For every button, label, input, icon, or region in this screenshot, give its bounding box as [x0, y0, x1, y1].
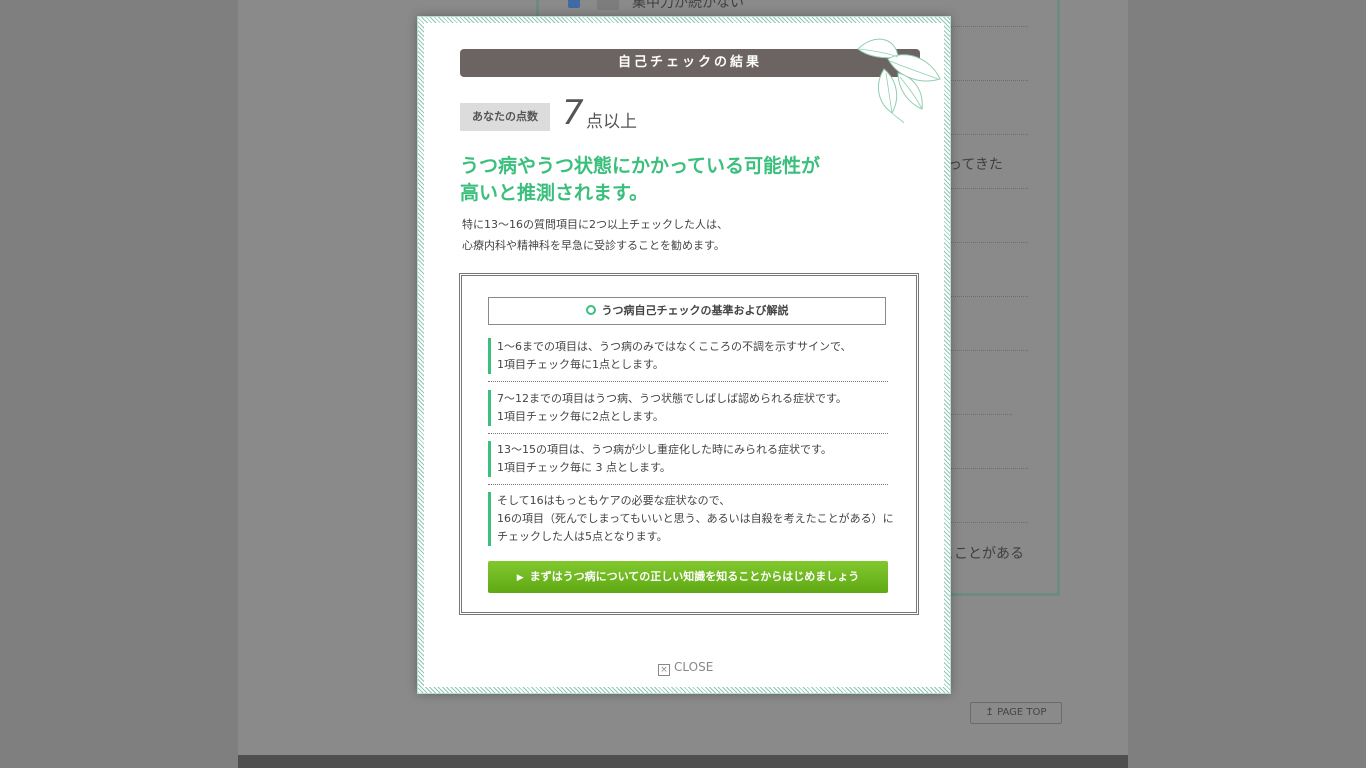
criteria-item-line: そして16はもっともケアの必要な症状なので、 [497, 494, 731, 507]
leaf-decoration-icon [857, 38, 941, 124]
criteria-item-text: 7〜12までの項目はうつ病、うつ状態でしばしば認められる症状です。 1項目チェッ… [488, 390, 888, 426]
criteria-box: うつ病自己チェックの基準および解説 1〜6までの項目は、うつ病のみではなくこころ… [459, 273, 919, 615]
result-modal: 自己チェックの結果 あなたの点数 7 点以上 うつ病やうつ状態にかかっている可能… [417, 16, 951, 694]
result-description: 特に13〜16の質問項目に2つ以上チェックした人は、 [462, 218, 728, 231]
criteria-item-line: 1項目チェック毎に 3 点とします。 [497, 461, 671, 474]
circle-bullet-icon [585, 305, 596, 315]
learn-more-button[interactable]: ▶ まずはうつ病についての正しい知識を知ることからはじめましょう [488, 561, 888, 593]
score-value: 7 [562, 93, 584, 133]
play-arrow-icon: ▶ [516, 573, 524, 583]
background-number-badge [597, 0, 619, 10]
criteria-title-text: うつ病自己チェックの基準および解説 [601, 304, 789, 317]
criteria-item: 13〜15の項目は、うつ病が少し重症化した時にみられる症状です。 1項目チェック… [488, 441, 888, 485]
background-question-text: 集中力が続かない [632, 0, 744, 11]
close-label: CLOSE [674, 660, 714, 674]
arrow-up-icon: ↥ [985, 707, 994, 718]
criteria-item: 7〜12までの項目はうつ病、うつ状態でしばしば認められる症状です。 1項目チェッ… [488, 390, 888, 434]
headline-line: 高いと推測されます。 [460, 182, 649, 204]
close-button[interactable]: × CLOSE [658, 659, 714, 676]
criteria-item-text: 13〜15の項目は、うつ病が少し重症化した時にみられる症状です。 1項目チェック… [488, 441, 888, 477]
criteria-item-text: 1〜6までの項目は、うつ病のみではなくこころの不調を示すサインで、 1項目チェッ… [488, 338, 888, 374]
criteria-item-text: そして16はもっともケアの必要な症状なので、 16の項目（死んでしまってもいいと… [488, 492, 894, 546]
criteria-item-line: 16の項目（死んでしまってもいいと思う、あるいは自殺を考えたことがある）に [497, 512, 894, 525]
background-footer [238, 755, 1128, 768]
page-top-label: PAGE TOP [997, 707, 1047, 718]
background-partial-text: とことがある [940, 546, 1024, 562]
criteria-item-line: 1項目チェック毎に1点とします。 [497, 358, 664, 371]
criteria-item: そして16はもっともケアの必要な症状なので、 16の項目（死んでしまってもいいと… [488, 492, 894, 553]
page-top-button[interactable]: ↥ PAGE TOP [970, 702, 1062, 724]
score-label: あなたの点数 [460, 103, 550, 131]
score-unit: 点以上 [586, 112, 637, 132]
result-headline: うつ病やうつ状態にかかっている可能性が 高いと推測されます。 [460, 153, 890, 207]
close-icon: × [658, 664, 670, 676]
headline-line: うつ病やうつ状態にかかっている可能性が [460, 155, 821, 177]
result-description: 心療内科や精神科を早急に受診することを勧めます。 [462, 239, 725, 252]
learn-more-label: まずはうつ病についての正しい知識を知ることからはじめましょう [529, 570, 860, 583]
criteria-item-line: チェックした人は5点となります。 [497, 530, 668, 543]
criteria-item-line: 1項目チェック毎に2点とします。 [497, 410, 664, 423]
criteria-item-line: 7〜12までの項目はうつ病、うつ状態でしばしば認められる症状です。 [497, 392, 847, 405]
criteria-item-line: 1〜6までの項目は、うつ病のみではなくこころの不調を示すサインで、 [497, 340, 852, 353]
criteria-item: 1〜6までの項目は、うつ病のみではなくこころの不調を示すサインで、 1項目チェッ… [488, 338, 888, 382]
criteria-title: うつ病自己チェックの基準および解説 [488, 297, 886, 325]
background-checkbox [568, 0, 580, 8]
background-partial-text: ってきた [948, 157, 1003, 173]
criteria-item-line: 13〜15の項目は、うつ病が少し重症化した時にみられる症状です。 [497, 443, 832, 456]
